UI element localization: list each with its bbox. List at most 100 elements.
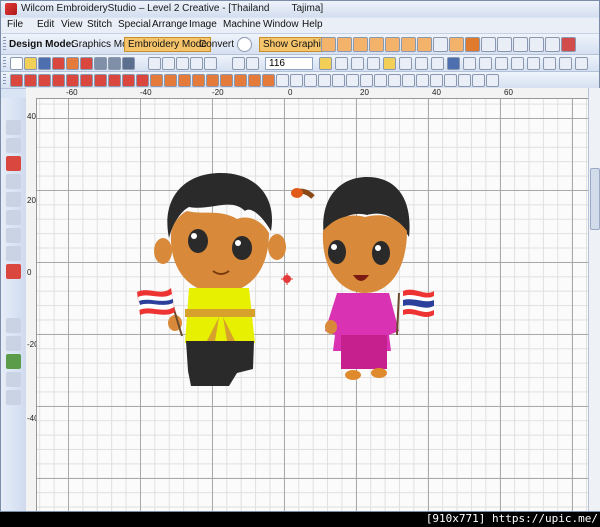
trim-icon[interactable] (388, 74, 401, 87)
artistic-view-icon[interactable] (80, 57, 93, 70)
sequence-icon[interactable] (545, 37, 560, 52)
fill-icon[interactable] (337, 37, 352, 52)
menu-help[interactable]: Help (302, 19, 323, 30)
pattern-icon[interactable] (369, 37, 384, 52)
backstitch-icon[interactable] (66, 74, 79, 87)
preview-icon[interactable] (66, 57, 79, 70)
stipple-icon[interactable] (136, 74, 149, 87)
grid-toggle-icon[interactable] (479, 57, 492, 70)
applique-icon[interactable] (6, 318, 21, 333)
motif-run-icon[interactable] (122, 74, 135, 87)
zoom-icon[interactable] (232, 57, 245, 70)
mirror-icon[interactable] (458, 74, 471, 87)
lettering-w-icon[interactable] (6, 156, 21, 171)
shaping-icon[interactable] (290, 74, 303, 87)
radial-icon[interactable] (417, 37, 432, 52)
border-icon[interactable] (6, 336, 21, 351)
auto-start-icon[interactable] (416, 74, 429, 87)
pen-icon[interactable] (6, 138, 21, 153)
node-icon[interactable] (6, 210, 21, 225)
copy-icon[interactable] (162, 57, 175, 70)
menu-image[interactable]: Image (189, 19, 217, 30)
e-stitch-icon[interactable] (108, 74, 121, 87)
stemstitch-icon[interactable] (80, 74, 93, 87)
shape-icon[interactable] (6, 192, 21, 207)
smooth-icon[interactable] (318, 74, 331, 87)
print-icon[interactable] (94, 57, 107, 70)
rotate-icon[interactable] (472, 74, 485, 87)
print-preview-icon[interactable] (108, 57, 121, 70)
toolbar-grip-2[interactable] (3, 57, 6, 69)
needle-icon[interactable] (367, 57, 380, 70)
hoop-icon[interactable] (447, 57, 460, 70)
menu-arrange[interactable]: Arrange (152, 19, 188, 30)
thread-icon[interactable] (383, 57, 396, 70)
florentine-icon[interactable] (276, 74, 289, 87)
menu-special[interactable]: Special (118, 19, 151, 30)
table-icon[interactable] (513, 37, 528, 52)
motif-icon[interactable] (385, 37, 400, 52)
3d-icon[interactable] (304, 74, 317, 87)
auto-digitize-icon[interactable] (6, 174, 21, 189)
save-icon[interactable] (38, 57, 51, 70)
measure-icon[interactable] (6, 390, 21, 405)
menu-file[interactable]: File (7, 19, 23, 30)
contour-icon[interactable] (401, 37, 416, 52)
cut-icon[interactable] (148, 57, 161, 70)
menu-window[interactable]: Window (263, 19, 299, 30)
new-icon[interactable] (10, 57, 23, 70)
density-icon[interactable] (346, 74, 359, 87)
reshape-icon[interactable] (444, 74, 457, 87)
line-icon[interactable] (6, 228, 21, 243)
reshape-tool-icon[interactable] (6, 120, 21, 135)
undo-icon[interactable] (190, 57, 203, 70)
magnify-icon[interactable] (246, 57, 259, 70)
redo-icon[interactable] (204, 57, 217, 70)
grid-icon[interactable] (433, 37, 448, 52)
tatami-icon[interactable] (353, 37, 368, 52)
branch-icon[interactable] (430, 74, 443, 87)
satin-icon[interactable] (321, 37, 336, 52)
vertical-scrollbar[interactable] (588, 88, 600, 511)
effects-icon[interactable] (481, 37, 496, 52)
trapunto-icon[interactable] (449, 37, 464, 52)
toolbar-grip[interactable] (3, 37, 6, 51)
layout-icon[interactable] (497, 37, 512, 52)
radial-fill-icon[interactable] (220, 74, 233, 87)
paste-icon[interactable] (176, 57, 189, 70)
color-icon[interactable] (399, 57, 412, 70)
send-machine-icon[interactable] (122, 57, 135, 70)
contour-fill-icon[interactable] (206, 74, 219, 87)
wave-icon[interactable] (192, 74, 205, 87)
stitch-tool-icon[interactable] (6, 372, 21, 387)
layers-icon[interactable] (463, 57, 476, 70)
pin-icon[interactable] (431, 57, 444, 70)
circle-icon[interactable] (6, 264, 21, 279)
underlay-icon[interactable] (360, 74, 373, 87)
pointer-icon[interactable] (319, 57, 332, 70)
menu-edit[interactable]: Edit (37, 19, 54, 30)
zoom-combo[interactable]: 116 (265, 57, 313, 70)
jump-icon[interactable] (402, 74, 415, 87)
monogram-icon[interactable] (6, 354, 21, 369)
tiles-icon[interactable] (511, 57, 524, 70)
toolbar-grip-3[interactable] (3, 74, 6, 86)
satin-stitch-icon[interactable] (38, 74, 51, 87)
menu-stitch[interactable]: Stitch (87, 19, 112, 30)
photo-icon[interactable] (465, 37, 480, 52)
select-arrow-icon[interactable] (6, 102, 21, 117)
tile-h-icon[interactable] (559, 57, 572, 70)
tile-v-icon[interactable] (575, 57, 588, 70)
globe-icon[interactable] (237, 37, 252, 52)
menu-view[interactable]: View (61, 19, 83, 30)
3d-warp-icon[interactable] (262, 74, 275, 87)
triple-run-icon[interactable] (24, 74, 37, 87)
team-names-icon[interactable] (6, 300, 21, 315)
blanket-icon[interactable] (52, 74, 65, 87)
step-fill-icon[interactable] (164, 74, 177, 87)
machine-icon[interactable] (561, 37, 576, 52)
report-icon[interactable] (529, 37, 544, 52)
window-tile-icon[interactable] (527, 57, 540, 70)
fancy-fill-icon[interactable] (150, 74, 163, 87)
check-icon[interactable] (351, 57, 364, 70)
